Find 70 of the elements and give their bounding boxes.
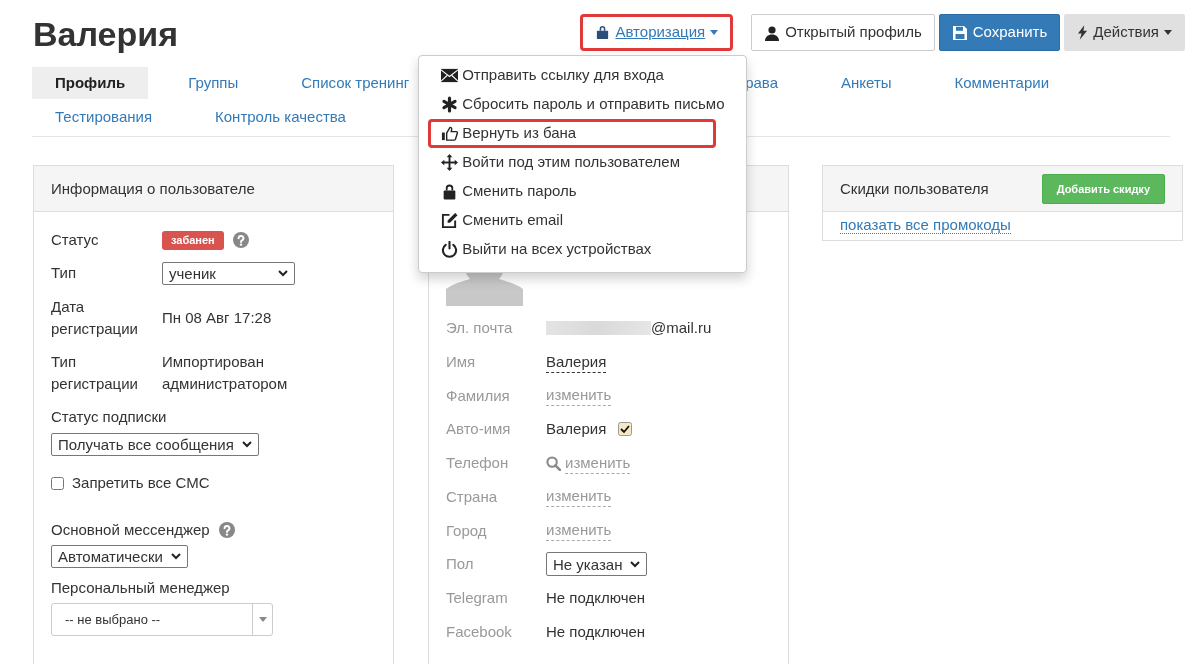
field-label: Дата регистрации — [51, 297, 139, 340]
field-label: Страна — [446, 486, 498, 507]
field-label: Статус — [51, 230, 100, 251]
envelope-icon — [441, 67, 459, 84]
checkbox-label[interactable]: Запретить все СМС — [51, 472, 376, 495]
chevron-down-icon — [278, 270, 288, 278]
field-label: Тип — [51, 263, 77, 284]
promo-codes-link[interactable]: показать все промокоды — [840, 216, 1011, 235]
lightning-icon — [1077, 25, 1089, 40]
chevron-down-icon — [630, 560, 641, 568]
chevron-down-icon — [241, 440, 252, 448]
profile-button[interactable]: Открытый профиль — [751, 14, 935, 51]
menu-item[interactable]: Сменить email — [419, 206, 747, 235]
move-icon — [441, 154, 459, 171]
field-label: Телефон — [446, 453, 510, 474]
edit-icon — [441, 212, 459, 229]
tab[interactable]: Тестирования — [32, 101, 176, 134]
field-label: Основной мессенджер — [51, 519, 210, 540]
tab[interactable]: Контроль качества — [192, 101, 369, 134]
menu-item[interactable]: Войти под этим пользователем — [419, 148, 747, 177]
user-icon — [764, 24, 781, 41]
field-label: Пол — [446, 554, 475, 575]
field-value: Не подключен — [546, 621, 646, 642]
field-label: Эл. почта — [446, 318, 514, 339]
card-title: Скидки пользователя — [840, 178, 989, 199]
tab[interactable]: Комментарии — [931, 67, 1072, 100]
tab[interactable]: Группы — [165, 67, 262, 100]
email-value: @mail.ru — [651, 318, 712, 339]
checkbox[interactable] — [618, 422, 633, 437]
save-button[interactable]: Сохранить — [938, 14, 1061, 51]
field-label: Персональный менеджер — [51, 577, 231, 598]
select-field[interactable]: ученик — [162, 262, 295, 286]
thumbs-up-icon — [441, 125, 459, 142]
field-label: Авто-имя — [446, 419, 512, 440]
menu-item[interactable]: Сбросить пароль и отправить письмо — [419, 90, 747, 119]
field-value: Валерия — [546, 419, 607, 440]
tab[interactable]: Профиль — [32, 67, 149, 100]
field-label: Тип регистрации — [51, 352, 139, 395]
field-value: Не подключен — [546, 587, 646, 608]
field-label: Имя — [446, 352, 477, 373]
card-title: Информация о пользователе — [51, 178, 255, 199]
menu-item[interactable]: Вернуть из бана — [428, 119, 717, 148]
status-badge: забанен — [162, 230, 224, 250]
lock-icon — [595, 25, 611, 40]
checkbox[interactable] — [51, 477, 64, 491]
chevron-down-icon — [170, 553, 181, 561]
field-value: Пн 08 Авг 17:28 — [162, 308, 272, 329]
authorization-button[interactable]: Авторизация — [580, 14, 734, 51]
field-label: Facebook — [446, 621, 513, 642]
menu-item[interactable]: Выйти на всех устройствах — [419, 235, 747, 264]
tab[interactable]: Анкеты — [818, 67, 915, 100]
field-label: Telegram — [446, 587, 509, 608]
menu-item[interactable]: Сменить пароль — [419, 177, 747, 206]
page-title: Валерия — [33, 16, 179, 54]
floppy-icon — [951, 24, 968, 41]
menu-item[interactable]: Отправить ссылку для входа — [419, 61, 747, 90]
actions-button[interactable]: Действия — [1064, 14, 1185, 51]
search-icon — [546, 455, 561, 471]
field-label: Город — [446, 520, 488, 541]
asterisk-icon — [441, 96, 459, 113]
field-label: Фамилия — [446, 385, 511, 406]
field-value: Импортирован администратором — [162, 352, 289, 395]
select-field[interactable]: Не указан — [546, 552, 648, 577]
select-field[interactable]: Получать все сообщения — [51, 432, 259, 456]
field-label: Статус подписки — [51, 407, 167, 428]
power-icon — [441, 241, 459, 258]
edit-link[interactable]: Валерия — [546, 351, 607, 373]
manager-select[interactable]: -- не выбрано -- — [51, 603, 273, 637]
caret-icon — [258, 617, 267, 623]
select-field[interactable]: Автоматически — [51, 545, 188, 569]
